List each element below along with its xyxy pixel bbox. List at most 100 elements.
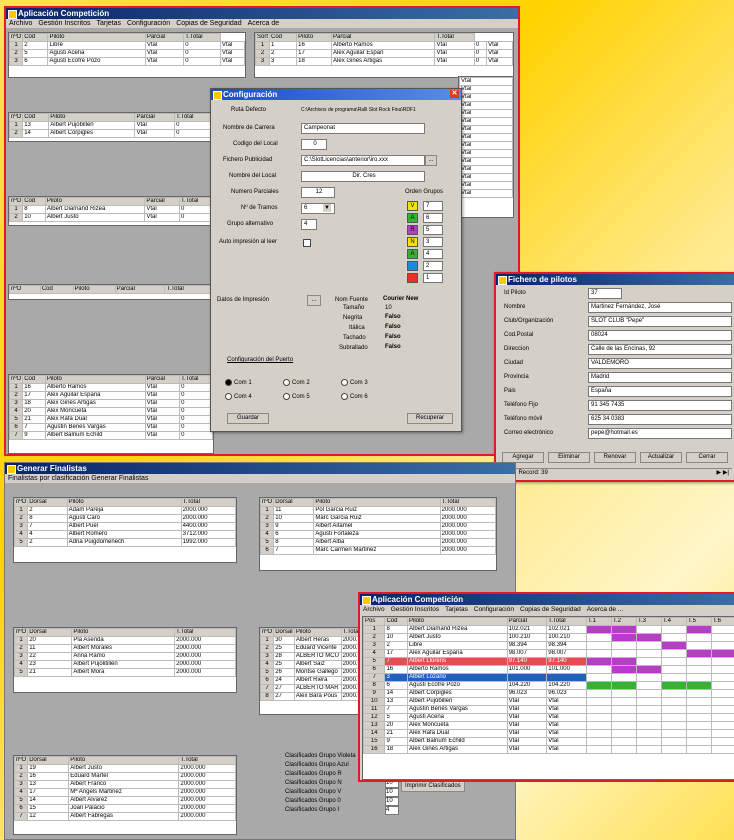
table-row[interactable]: 5 21 Albert Mora 2000.000 <box>13 668 236 677</box>
puerto-link[interactable]: Configuración del Puerto <box>227 357 293 363</box>
menu-item-3[interactable]: Configuración <box>474 606 514 613</box>
auto-checkbox[interactable] <box>303 239 311 247</box>
table-row[interactable]: 8 6 Agusti Ecofre Pozo 104.220 104.220 <box>362 681 734 690</box>
pilot-btn-eliminar[interactable]: Eliminar <box>548 452 590 463</box>
table-row[interactable]: 1 8 Albert Diamand Rizea Vtal 0 <box>8 205 214 214</box>
table-row[interactable]: 7 12 Albert Fabregas 2000.000 <box>13 812 236 821</box>
pilot-field-1[interactable]: Martinez Fernández, José <box>588 302 732 313</box>
table-row[interactable]: 16 18 Alex Ginés Artigas Vtal Vtal <box>362 745 734 754</box>
table-row[interactable]: 7 9 Albert Balnum Echild Vtal 0 <box>8 431 213 440</box>
pilot-field-3[interactable]: 08024 <box>588 330 732 341</box>
pilot-btn-cerrar[interactable]: Cerrar <box>686 452 728 463</box>
pilot-field-10[interactable]: pepe@hotmail.es <box>588 428 732 439</box>
com-radio-3[interactable]: Com 3 <box>341 379 368 386</box>
save-button[interactable]: Guardar <box>227 413 269 424</box>
table-row[interactable]: 2 11 Albert Morales 2000.000 <box>13 644 236 653</box>
orden-color-1[interactable]: A <box>407 213 418 223</box>
table-row[interactable]: 2 17 Alex Aguilar España Vtal 0 <box>8 391 213 400</box>
table-row[interactable]: 2 10 Marc Garcia Ruiz 2000.000 <box>259 514 497 523</box>
clasif-field-5[interactable]: 10 <box>385 797 399 806</box>
table-row[interactable]: 5 21 Alex Rafa Dual Vtal 0 <box>8 415 213 424</box>
table-row[interactable]: 2 5 Agusti Aceña Vtal 0 Vtal <box>8 49 246 58</box>
table-row[interactable]: 13 20 Alex Moncueta Vtal Vtal <box>362 721 734 730</box>
menu-item-2[interactable]: Tarjetas <box>96 20 121 27</box>
pilot-field-4[interactable]: Calle de las Encinas, 92 <box>588 344 732 355</box>
table-row[interactable]: 1 16 Alberto Ramos Vtal 0 <box>8 383 213 392</box>
orden-color-4[interactable]: A <box>407 249 418 259</box>
orden-field-6[interactable]: 1 <box>423 273 443 283</box>
close-icon[interactable]: ✕ <box>450 90 459 98</box>
table-row[interactable]: 4 6 Agusti Fortaleza 2000.000 <box>259 530 497 539</box>
menu-item-3[interactable]: Configuración <box>127 20 170 27</box>
nombre-carrera-field[interactable]: Campeonat <box>301 123 425 134</box>
results-grid[interactable]: Pos Cod Piloto Parcial T.Total T.1 T.2 T.3 T.4 T.… <box>362 616 734 780</box>
com-radio-4[interactable]: Com 4 <box>225 393 252 400</box>
table-row[interactable]: 3 22 Anna Ramo 2000.000 <box>13 652 236 661</box>
table-row[interactable]: 1 1 16 Alberto Ramos Vtal 0 Vtal <box>254 41 513 50</box>
orden-field-0[interactable]: 7 <box>423 201 443 211</box>
nombre-local-field[interactable]: Dir. Cres <box>301 171 425 182</box>
table-row[interactable]: 5 7 Albert Llorens 97.140 97.140 <box>362 657 734 666</box>
table-row[interactable]: 3 3 18 Alex Ginés Artigas Vtal 0 Vtal <box>254 57 513 66</box>
table-row[interactable]: 2 10 Albert Justo 100.210 100.210 <box>362 633 734 642</box>
table-row[interactable]: 4 20 Alex Moncueta Vtal 0 <box>8 407 213 416</box>
table-row[interactable]: 6 15 Joan Palacio 2000.000 <box>13 804 236 813</box>
table-row[interactable]: 4 17 Mª Angels Martinez 2000.000 <box>13 788 236 797</box>
table-row[interactable]: 2 10 Albert Justo Vtal 0 <box>8 213 214 222</box>
table-row[interactable]: 1 30 Albert Heras 2000.000 <box>259 636 371 645</box>
num-parciales-field[interactable]: 12 <box>301 187 335 198</box>
finalists-grid-3[interactable]: nºO Dorsal Piloto T.Total 1 20 Pla Asenda 2000.… <box>13 627 237 693</box>
menu-item-1[interactable]: Gestión Inscritos <box>391 606 439 613</box>
table-row[interactable]: 4 17 Alex Aguilar España 98.007 98.007 <box>362 649 734 658</box>
menu-item-5[interactable]: Acerca de <box>248 20 280 27</box>
table-row[interactable]: 12 5 Agusti Aceña Vtal Vtal <box>362 713 734 722</box>
table-row[interactable]: 1 2 Adam Pareja 2000.000 <box>13 506 237 515</box>
orden-color-2[interactable]: R <box>407 225 418 235</box>
finalists-grid-5[interactable]: nºO Dorsal Piloto T.Total 1 19 Albert Justo 200… <box>13 755 237 835</box>
table-row[interactable]: 3 7 Albert Puel 4400.000 <box>13 522 237 531</box>
com-radio-5[interactable]: Com 5 <box>283 393 310 400</box>
orden-field-1[interactable]: 6 <box>423 213 443 223</box>
orden-color-3[interactable]: N <box>407 237 418 247</box>
table-row[interactable]: 1 20 Pla Asenda 2000.000 <box>13 636 236 645</box>
menu-item-5[interactable]: Acerca de ... <box>587 606 624 613</box>
table-row[interactable]: 2 16 Eduard Martel 2000.000 <box>13 772 236 781</box>
recover-button[interactable]: Recuperar <box>407 413 453 424</box>
table-row[interactable]: 5 26 Montse Gallego 2000.000 <box>259 668 371 677</box>
table-row[interactable]: 2 2 17 Alex Aguilar Españ Vtal 0 Vtal <box>254 49 513 58</box>
pilot-field-9[interactable]: 625 34 0383 <box>588 414 732 425</box>
print-clasificados-button[interactable]: Imprimir Clasificados <box>401 781 465 792</box>
table-row[interactable]: 5 14 Albert Alvarez 2000.000 <box>13 796 236 805</box>
pilot-field-7[interactable]: España <box>588 386 732 397</box>
orden-color-0[interactable]: V <box>407 201 418 211</box>
pilot-btn-actualizar[interactable]: Actualizar <box>640 452 682 463</box>
table-row[interactable]: 2 14 Albert Corpigles Vtal 0 <box>8 129 213 138</box>
table-row[interactable]: 6 24 Albert Riera 2000.000 <box>259 676 371 685</box>
com-radio-2[interactable]: Com 2 <box>283 379 310 386</box>
fichero-pub-field[interactable]: C:\SlotLicencias\anterior\iro.xxx <box>301 155 425 166</box>
menu-item-1[interactable]: Gestión Inscritos <box>38 20 90 27</box>
orden-color-6[interactable] <box>407 273 418 283</box>
group-grid-1r[interactable]: Sort Cod Piloto Parcial T.Total 1 1 16 Alberto R… <box>254 32 514 78</box>
orden-field-4[interactable]: 4 <box>423 249 443 259</box>
menu-item-4[interactable]: Copias de Seguridad <box>176 20 241 27</box>
table-row[interactable]: 8 27 Alex Bara Pous 2000.000 <box>259 692 371 701</box>
table-row[interactable]: 4 23 Albert Pujolitillen 2000.000 <box>13 660 236 669</box>
pilot-field-6[interactable]: Madrid <box>588 372 732 383</box>
orden-field-5[interactable]: 2 <box>423 261 443 271</box>
group-grid-2[interactable]: nºO Cod Piloto Parcial T.Total 1 13 Albert Pujo… <box>8 112 214 142</box>
table-row[interactable]: 3 28 ALBERTO MCU 2000.000 <box>259 652 371 661</box>
group-grid-4[interactable]: nºO Cod Piloto Parcial T.Total <box>8 284 214 300</box>
table-row[interactable]: 3 2 Libre 98.394 98.394 <box>362 641 734 650</box>
menu-item-4[interactable]: Copias de Seguridad <box>520 606 581 613</box>
table-row[interactable]: 14 21 Alex Rafa Dual Vtal Vtal <box>362 729 734 738</box>
table-row[interactable]: 1 19 Albert Justo 2000.000 <box>13 764 236 773</box>
table-row[interactable]: 11 7 Agustin Benes Vargas Vtal Vtal <box>362 705 734 714</box>
table-row[interactable]: 9 14 Albert Corpigles 96.023 96.023 <box>362 689 734 698</box>
table-row[interactable]: 6 7 Agustin Benes Vargas Vtal 0 <box>8 423 213 432</box>
table-row[interactable]: 2 25 Eduard Vicente 2000.000 <box>259 644 371 653</box>
group-grid-5[interactable]: nºO Cod Piloto Parcial T.Total 1 16 Alberto Ram… <box>8 374 214 454</box>
table-row[interactable]: 1 8 Albert Diamand Rizea 102.021 102.021 <box>362 625 734 634</box>
finalists-grid-2[interactable]: nºO Dorsal Piloto T.Total 1 11 Pol Garcia Ruiz… <box>259 497 497 571</box>
table-row[interactable]: 4 25 Albert Saiz 2000.000 <box>259 660 371 669</box>
